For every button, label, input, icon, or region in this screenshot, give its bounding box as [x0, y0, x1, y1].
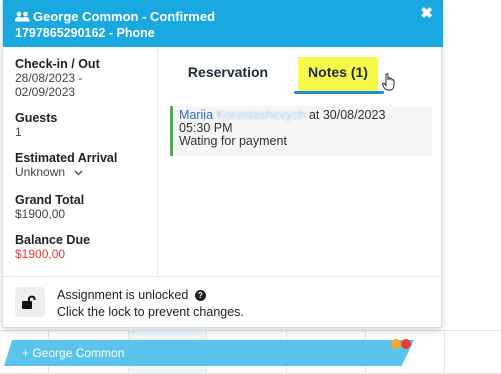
guests-field: Guests 1 — [15, 111, 145, 139]
balance-due-label: Balance Due — [15, 233, 91, 247]
note-card: Mariia Korostashevych at 30/08/2023 05:3… — [170, 106, 432, 156]
checkin-end: 02/09/2023 — [15, 85, 76, 99]
reservation-details: Check-in / Out 28/08/2023 - 02/09/2023 G… — [3, 47, 158, 275]
assignment-hint: Click the lock to prevent changes. — [57, 305, 244, 319]
reservation-popup: George Common - Confirmed 1797865290162 … — [2, 0, 443, 328]
calendar-gridline — [0, 330, 501, 331]
hand-cursor-icon — [382, 73, 395, 91]
unlock-icon — [22, 295, 36, 309]
guests-label: Guests — [15, 111, 58, 125]
note-author-last: Korostashevych — [216, 108, 306, 122]
grand-total-label: Grand Total — [15, 193, 85, 207]
booking-bar[interactable]: + George Common — [4, 340, 414, 366]
guests-value: 1 — [15, 125, 22, 139]
assignment-row: Assignment is unlocked ? Click the lock … — [3, 276, 443, 328]
note-date: at 30/08/2023 — [308, 108, 386, 122]
grand-total-value: $1900,00 — [15, 207, 66, 221]
arrival-label: Estimated Arrival — [15, 151, 118, 165]
grand-total-field: Grand Total $1900,00 — [15, 193, 145, 221]
note-text: Wating for payment — [179, 134, 287, 148]
checkin-field: Check-in / Out 28/08/2023 - 02/09/2023 — [15, 57, 145, 99]
note-author-first: Mariia — [179, 108, 214, 122]
popup-tabs: Reservation Notes (1) — [163, 47, 443, 97]
calendar-gridline — [444, 330, 445, 374]
active-tab-indicator — [294, 91, 384, 94]
checkin-label: Check-in / Out — [15, 57, 100, 71]
popup-header: George Common - Confirmed 1797865290162 … — [3, 0, 443, 47]
status-dot-orange — [391, 339, 401, 349]
tab-notes[interactable]: Notes (1) — [298, 57, 378, 93]
assignment-text: Assignment is unlocked ? Click the lock … — [57, 287, 244, 321]
popup-title: George Common - Confirmed — [33, 9, 216, 24]
chevron-down-icon[interactable] — [74, 167, 83, 181]
assignment-status: Assignment is unlocked — [57, 288, 189, 302]
lock-button[interactable] — [15, 287, 45, 317]
popup-subtitle: 1797865290162 - Phone — [15, 26, 155, 40]
balance-due-field: Balance Due $1900,00 — [15, 233, 145, 261]
close-icon: ✖ — [420, 5, 433, 22]
checkin-start: 28/08/2023 - — [15, 71, 83, 85]
question-circle-icon[interactable]: ? — [194, 290, 206, 302]
arrival-select[interactable]: Unknown — [15, 165, 145, 181]
arrival-field: Estimated Arrival Unknown — [15, 151, 145, 181]
tab-reservation[interactable]: Reservation — [173, 57, 283, 93]
close-button[interactable]: ✖ — [420, 6, 433, 22]
balance-due-value: $1900,00 — [15, 247, 66, 261]
booking-bar-label: + George Common — [22, 346, 125, 360]
users-icon — [15, 11, 30, 22]
arrival-value: Unknown — [15, 165, 66, 179]
status-dot-red — [401, 339, 411, 349]
